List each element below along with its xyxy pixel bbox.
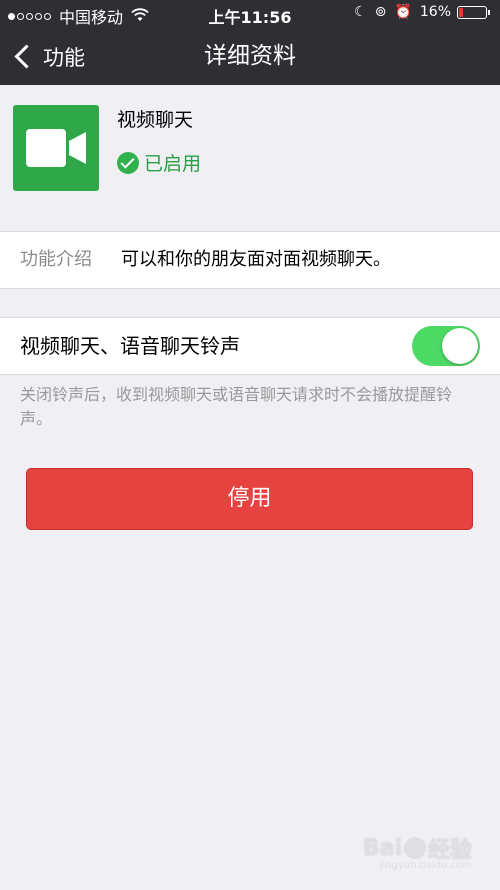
status-right: ☾ ⊚ ⏰ 16% [346,4,490,20]
watermark-brand: Bai [362,835,402,861]
page-title: 详细资料 [204,43,296,69]
battery-fill [459,7,463,17]
nav-bar: 功能 详细资料 [0,28,500,85]
status-badge: 已启用 [144,153,202,175]
battery-percent: 16% [419,4,451,20]
toggle-knob [442,328,478,364]
rotation-lock-icon: ⊚ [374,4,387,20]
alarm-icon: ⏰ [394,4,412,20]
baidu-watermark: Bai 经验 jingyan.baidu.com [362,832,472,872]
paw-icon [403,837,426,859]
app-name: 视频聊天 [117,109,194,131]
intro-value: 可以和你的朋友面对面视频聊天。 [121,249,391,270]
check-circle-icon [117,151,139,174]
video-camera-icon [13,105,99,191]
disable-button[interactable]: 停用 [26,468,473,530]
status-bar: 中国移动 上午11:56 ☾ ⊚ ⏰ 16% [0,0,500,28]
intro-row: 功能介绍 可以和你的朋友面对面视频聊天。 [0,231,500,289]
ringtone-setting-row: 视频聊天、语音聊天铃声 [0,317,500,375]
battery-cap [488,9,490,15]
ringtone-label: 视频聊天、语音聊天铃声 [20,334,240,358]
profile-section: 视频聊天 已启用 [0,85,500,208]
moon-icon: ☾ [354,4,367,20]
battery-icon [457,5,487,19]
enabled-status: 已启用 [117,149,201,176]
intro-label: 功能介绍 [20,249,92,270]
ringtone-toggle[interactable] [412,326,480,366]
ringtone-hint: 关闭铃声后，收到视频聊天或语音聊天请求时不会播放提醒铃声。 [20,385,453,428]
watermark-url: jingyan.baidu.com [379,860,472,871]
